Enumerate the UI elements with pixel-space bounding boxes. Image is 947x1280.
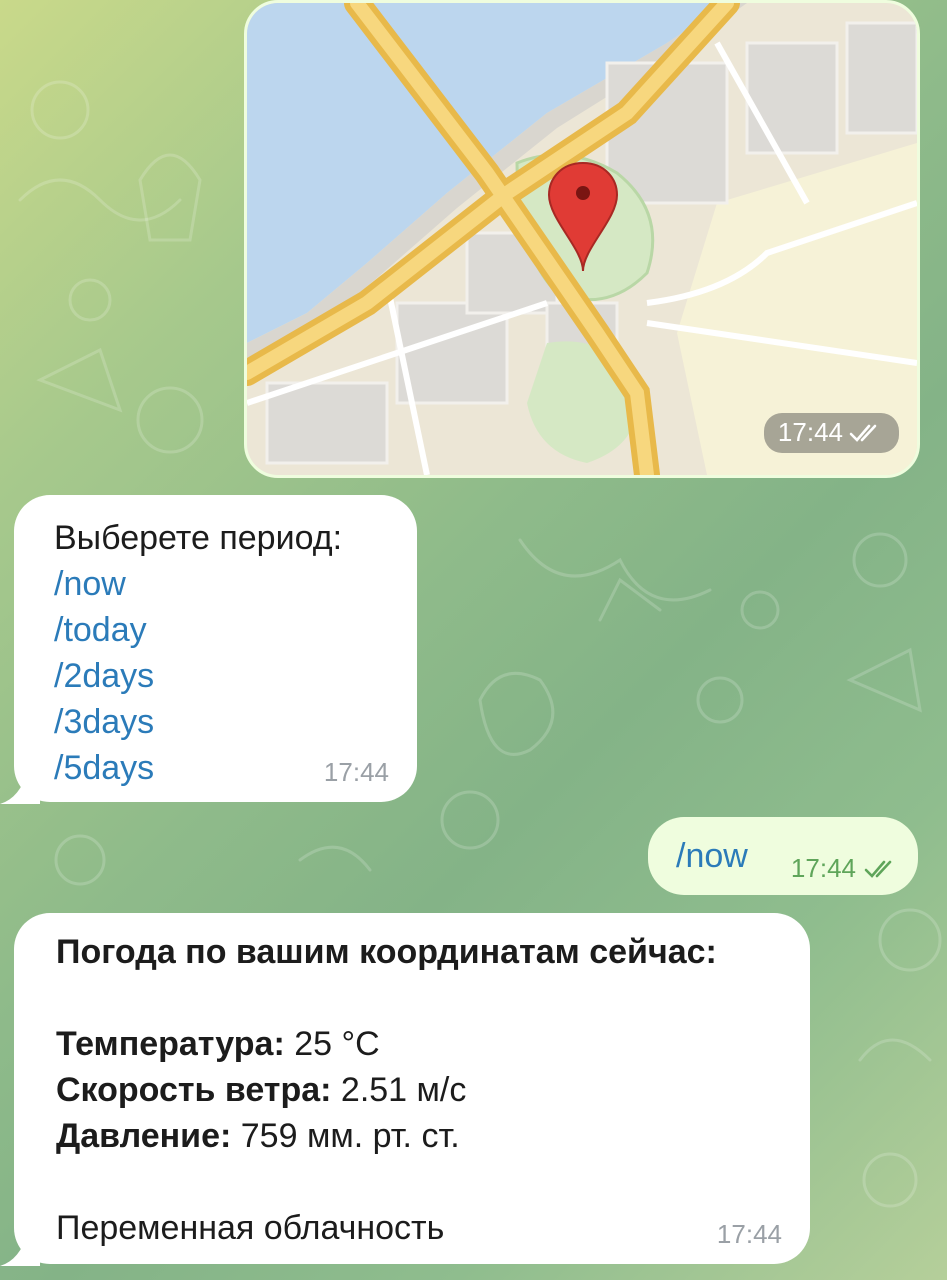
pressure-value: 759 мм. рт. ст. (240, 1117, 460, 1155)
user-message-time: 17:44 (790, 853, 856, 883)
temperature-row: Температура: 25 °C (56, 1021, 810, 1067)
wind-row: Скорость ветра: 2.51 м/с (56, 1067, 810, 1113)
command-link-2days[interactable]: /2days (54, 653, 417, 699)
command-link-today[interactable]: /today (54, 607, 417, 653)
user-message-meta: 17:44 (791, 853, 900, 884)
double-check-icon (864, 860, 892, 878)
pressure-row: Давление: 759 мм. рт. ст. (56, 1113, 810, 1159)
period-message-time: 17:44 (323, 757, 389, 787)
weather-message-time: 17:44 (716, 1219, 782, 1249)
period-prompt: Выберете период: (54, 519, 343, 557)
weather-heading: Погода по вашим координатам сейчас: (56, 933, 717, 971)
location-map[interactable] (247, 3, 917, 475)
weather-condition: Переменная облачность (56, 1209, 445, 1247)
double-check-icon (849, 424, 877, 442)
temperature-value: 25 °C (294, 1025, 380, 1063)
user-command-text[interactable]: /now (676, 837, 748, 876)
period-selection-message: Выберете период: /now /today /2days /3da… (14, 495, 417, 802)
incoming-bubble-tail (0, 770, 40, 804)
pressure-label: Давление: (56, 1117, 232, 1155)
location-map-message[interactable]: 17:44 (244, 0, 920, 478)
incoming-bubble-tail (0, 1232, 40, 1266)
map-message-time: 17:44 (777, 417, 843, 447)
map-message-meta: 17:44 (763, 413, 899, 453)
command-link-3days[interactable]: /3days (54, 699, 417, 745)
weather-report-message: Погода по вашим координатам сейчас: Темп… (14, 913, 810, 1264)
user-message: /now 17:44 (648, 817, 918, 895)
wind-value: 2.51 м/с (340, 1071, 467, 1109)
command-link-now[interactable]: /now (54, 561, 417, 607)
temperature-label: Температура: (56, 1025, 285, 1063)
wind-label: Скорость ветра: (56, 1071, 332, 1109)
